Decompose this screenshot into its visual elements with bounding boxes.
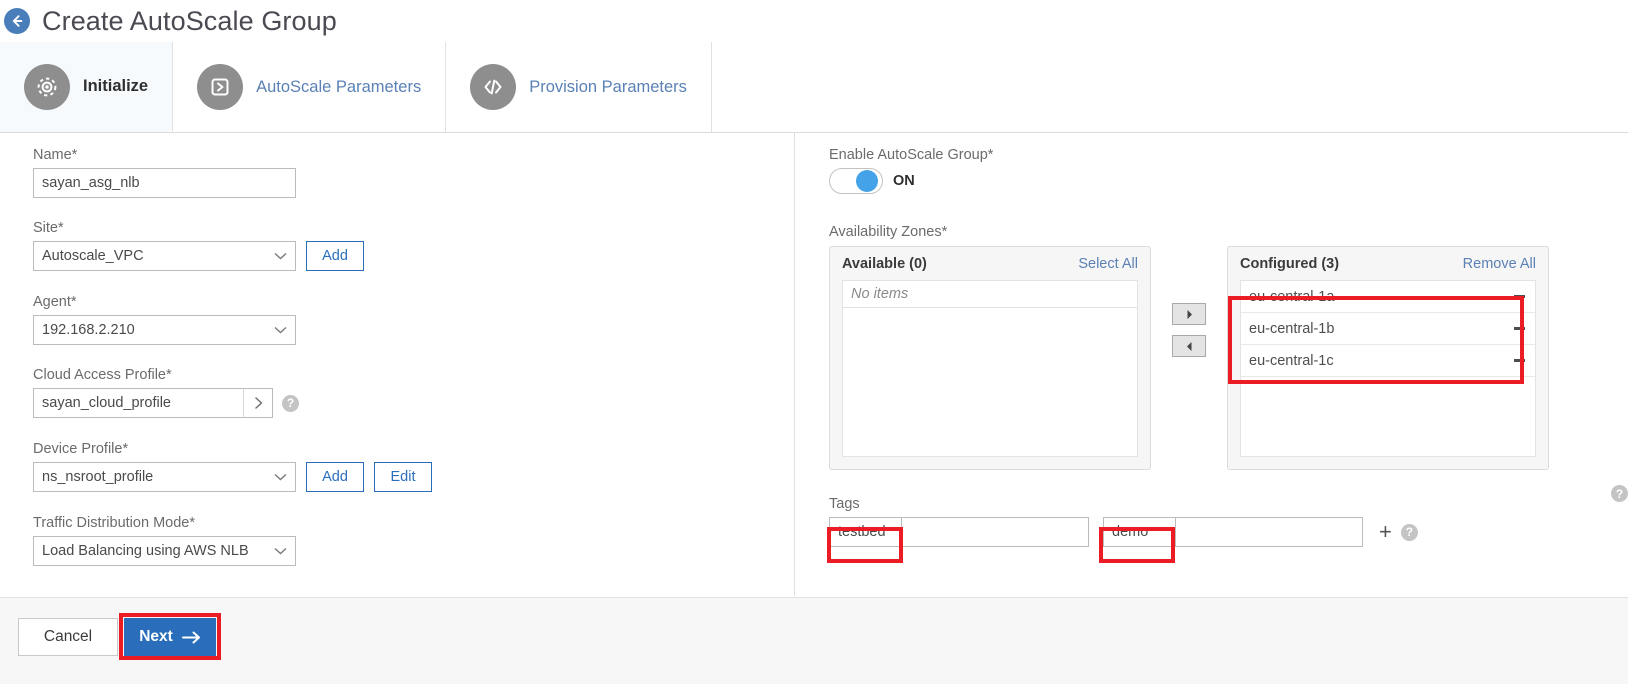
right-column: Enable AutoScale Group* ON Availability … bbox=[796, 133, 1628, 596]
available-zones-title: Available (0) bbox=[842, 256, 927, 272]
list-item[interactable]: eu-central-1c bbox=[1241, 345, 1535, 377]
wizard-footer: Cancel Next bbox=[0, 597, 1628, 684]
remove-icon[interactable] bbox=[1514, 359, 1525, 362]
list-item[interactable]: eu-central-1b bbox=[1241, 313, 1535, 345]
page-header: Create AutoScale Group bbox=[0, 0, 1628, 42]
tag-key-input[interactable]: testbed bbox=[829, 517, 902, 547]
chevron-right-icon[interactable] bbox=[243, 388, 273, 418]
tab-provision-parameters[interactable]: Provision Parameters bbox=[446, 42, 712, 132]
back-arrow-icon[interactable] bbox=[4, 8, 30, 34]
remove-all-link[interactable]: Remove All bbox=[1463, 256, 1536, 272]
tag-entry: demo bbox=[1103, 517, 1363, 547]
cloud-access-profile-input[interactable]: sayan_cloud_profile bbox=[33, 388, 243, 418]
field-traffic-distribution-mode: Traffic Distribution Mode* Load Balancin… bbox=[33, 515, 296, 566]
available-zones-head: Available (0) Select All bbox=[842, 256, 1138, 272]
arrow-right-icon bbox=[181, 631, 200, 643]
tab-initialize[interactable]: Initialize bbox=[0, 42, 174, 132]
list-item[interactable]: eu-central-1a bbox=[1241, 281, 1535, 313]
device-profile-edit-button[interactable]: Edit bbox=[374, 462, 432, 492]
field-agent: Agent* 192.168.2.210 bbox=[33, 294, 296, 345]
chevron-down-icon bbox=[274, 326, 287, 334]
form-body: Name* sayan_asg_nlb Site* Autoscale_VPC … bbox=[0, 133, 1628, 596]
page-title: Create AutoScale Group bbox=[42, 5, 337, 36]
configured-zones-list[interactable]: eu-central-1a eu-central-1b eu-central-1… bbox=[1240, 280, 1536, 457]
tag-entry: testbed bbox=[829, 517, 1089, 547]
remove-icon[interactable] bbox=[1514, 295, 1525, 298]
available-zones-empty-text: No items bbox=[843, 281, 1137, 308]
configured-zone-label: eu-central-1c bbox=[1249, 352, 1334, 369]
chevron-down-icon bbox=[274, 473, 287, 481]
available-zones-list[interactable]: No items bbox=[842, 280, 1138, 457]
agent-label: Agent* bbox=[33, 294, 77, 310]
configured-zones-head: Configured (3) Remove All bbox=[1240, 256, 1536, 272]
select-all-link[interactable]: Select All bbox=[1078, 256, 1138, 272]
tags-section: Tags testbed demo + ? bbox=[829, 496, 1418, 547]
tags-help-icon[interactable]: ? bbox=[1400, 523, 1418, 541]
cancel-button[interactable]: Cancel bbox=[18, 618, 118, 656]
traffic-distribution-mode-label: Traffic Distribution Mode* bbox=[33, 515, 195, 531]
field-cloud-access-profile: Cloud Access Profile* sayan_cloud_profil… bbox=[33, 367, 299, 418]
agent-select-value: 192.168.2.210 bbox=[42, 322, 135, 338]
tags-label: Tags bbox=[829, 496, 860, 512]
next-button[interactable]: Next bbox=[124, 618, 216, 656]
arrow-left-icon[interactable] bbox=[1172, 335, 1206, 357]
tag-value-input[interactable] bbox=[902, 517, 1089, 547]
availability-zones-dual-list: Available (0) Select All No items Config… bbox=[829, 246, 1549, 470]
left-column: Name* sayan_asg_nlb Site* Autoscale_VPC … bbox=[0, 133, 795, 596]
create-autoscale-group-page: Create AutoScale Group Initialize AutoSc… bbox=[0, 0, 1628, 684]
code-brackets-icon bbox=[470, 64, 517, 110]
enable-autoscale-group-state: ON bbox=[893, 173, 915, 189]
plus-icon[interactable]: + bbox=[1379, 521, 1392, 543]
traffic-distribution-mode-value: Load Balancing using AWS NLB bbox=[42, 543, 249, 559]
site-label: Site* bbox=[33, 220, 64, 236]
cloud-access-profile-help-icon[interactable]: ? bbox=[282, 394, 299, 412]
field-enable-autoscale-group: Enable AutoScale Group* ON bbox=[829, 147, 993, 194]
name-input[interactable]: sayan_asg_nlb bbox=[33, 168, 296, 198]
enable-autoscale-group-toggle[interactable] bbox=[829, 168, 883, 194]
configured-zones-title: Configured (3) bbox=[1240, 256, 1340, 272]
tabbar-filler bbox=[712, 42, 1628, 132]
tab-autoscale-parameters-label: AutoScale Parameters bbox=[256, 77, 422, 96]
wizard-tabbar: Initialize AutoScale Parameters Provisio… bbox=[0, 42, 1628, 133]
tab-initialize-label: Initialize bbox=[83, 77, 149, 95]
availability-zones-help-icon[interactable]: ? bbox=[1611, 485, 1628, 502]
available-zones-pane: Available (0) Select All No items bbox=[829, 246, 1151, 470]
cloud-access-profile-label: Cloud Access Profile* bbox=[33, 367, 172, 383]
availability-zones-label: Availability Zones* bbox=[829, 224, 948, 240]
play-box-icon bbox=[197, 64, 244, 110]
toggle-knob bbox=[856, 170, 878, 192]
tag-key-input[interactable]: demo bbox=[1103, 517, 1176, 547]
transfer-buttons bbox=[1172, 246, 1206, 357]
field-name: Name* sayan_asg_nlb bbox=[33, 147, 296, 198]
gear-icon bbox=[24, 63, 70, 110]
configured-zone-label: eu-central-1b bbox=[1249, 320, 1335, 337]
chevron-down-icon bbox=[274, 547, 287, 555]
device-profile-select[interactable]: ns_nsroot_profile bbox=[33, 462, 296, 492]
agent-select[interactable]: 192.168.2.210 bbox=[33, 315, 296, 345]
tab-autoscale-parameters[interactable]: AutoScale Parameters bbox=[173, 42, 447, 132]
site-select[interactable]: Autoscale_VPC bbox=[33, 241, 296, 271]
name-label: Name* bbox=[33, 147, 78, 163]
chevron-down-icon bbox=[274, 252, 287, 260]
device-profile-add-button[interactable]: Add bbox=[306, 462, 364, 492]
field-device-profile: Device Profile* ns_nsroot_profile Add Ed… bbox=[33, 441, 432, 492]
configured-zones-pane: Configured (3) Remove All eu-central-1a … bbox=[1227, 246, 1549, 470]
enable-autoscale-group-label: Enable AutoScale Group* bbox=[829, 147, 994, 163]
field-site: Site* Autoscale_VPC Add bbox=[33, 220, 364, 271]
site-add-button[interactable]: Add bbox=[306, 241, 364, 271]
next-button-label: Next bbox=[139, 628, 173, 645]
traffic-distribution-mode-select[interactable]: Load Balancing using AWS NLB bbox=[33, 536, 296, 566]
device-profile-label: Device Profile* bbox=[33, 441, 129, 457]
device-profile-select-value: ns_nsroot_profile bbox=[42, 469, 154, 485]
arrow-right-icon[interactable] bbox=[1172, 303, 1206, 325]
tag-value-input[interactable] bbox=[1176, 517, 1363, 547]
configured-zone-label: eu-central-1a bbox=[1249, 288, 1335, 305]
tab-provision-parameters-label: Provision Parameters bbox=[529, 77, 687, 96]
site-select-value: Autoscale_VPC bbox=[42, 248, 144, 264]
remove-icon[interactable] bbox=[1514, 327, 1525, 330]
